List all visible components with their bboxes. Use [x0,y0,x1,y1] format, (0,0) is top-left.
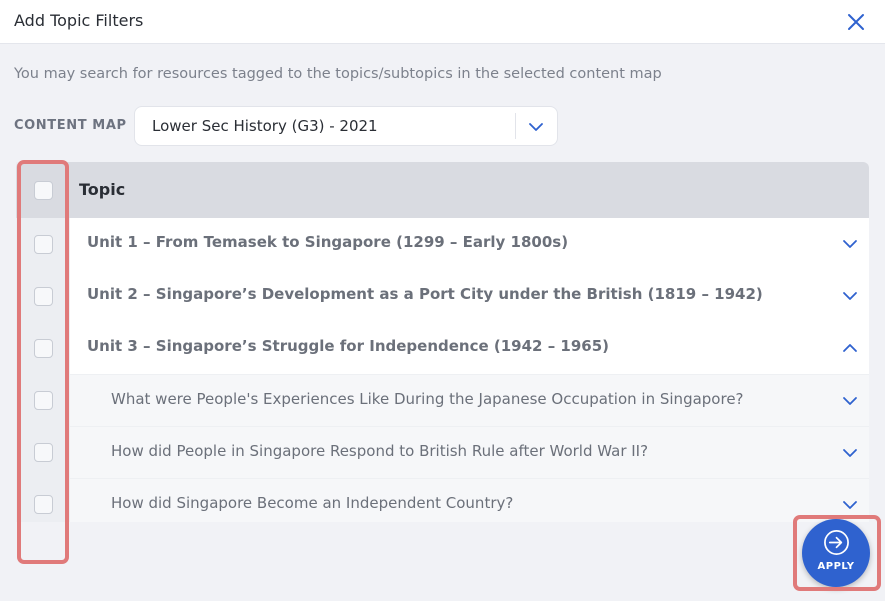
chevron-down-icon[interactable] [841,496,859,514]
subtopic-row[interactable]: What were People's Experiences Like Duri… [70,374,869,426]
dialog-header: Add Topic Filters [0,0,885,44]
chevron-down-icon[interactable] [841,392,859,410]
subtopic-label: What were People's Experiences Like Duri… [111,390,744,408]
dialog-title: Add Topic Filters [14,11,144,30]
content-map-select[interactable]: Lower Sec History (G3) - 2021 [134,106,558,146]
chevron-down-icon[interactable] [841,235,859,253]
checkbox-column-highlight [17,160,69,564]
description-text: You may search for resources tagged to t… [14,66,662,82]
topic-label: Unit 3 – Singapore’s Struggle for Indepe… [87,337,610,355]
content-map-label: CONTENT MAP [14,118,127,133]
chevron-down-icon[interactable] [527,118,545,136]
topic-column-header: Topic [79,180,126,199]
table-header: Topic [16,162,869,218]
subtopic-row[interactable]: How did People in Singapore Respond to B… [70,426,869,478]
chevron-down-icon[interactable] [841,287,859,305]
apply-button-highlight [793,515,881,591]
topic-row-unit-3[interactable]: Unit 3 – Singapore’s Struggle for Indepe… [70,322,869,374]
close-icon[interactable] [845,11,867,33]
content-map-value: Lower Sec History (G3) - 2021 [152,117,378,135]
topic-table: Topic Unit 1 – From Temasek to Singapore… [16,162,869,522]
select-divider [515,113,516,139]
topic-row-unit-2[interactable]: Unit 2 – Singapore’s Development as a Po… [70,270,869,322]
topic-label: Unit 2 – Singapore’s Development as a Po… [87,285,763,303]
subtopic-row[interactable]: How did Singapore Become an Independent … [70,478,869,522]
chevron-up-icon[interactable] [841,339,859,357]
chevron-down-icon[interactable] [841,444,859,462]
topic-row-unit-1[interactable]: Unit 1 – From Temasek to Singapore (1299… [70,218,869,270]
topic-label: Unit 1 – From Temasek to Singapore (1299… [87,233,569,251]
subtopic-label: How did Singapore Become an Independent … [111,494,514,512]
subtopic-label: How did People in Singapore Respond to B… [111,442,649,460]
